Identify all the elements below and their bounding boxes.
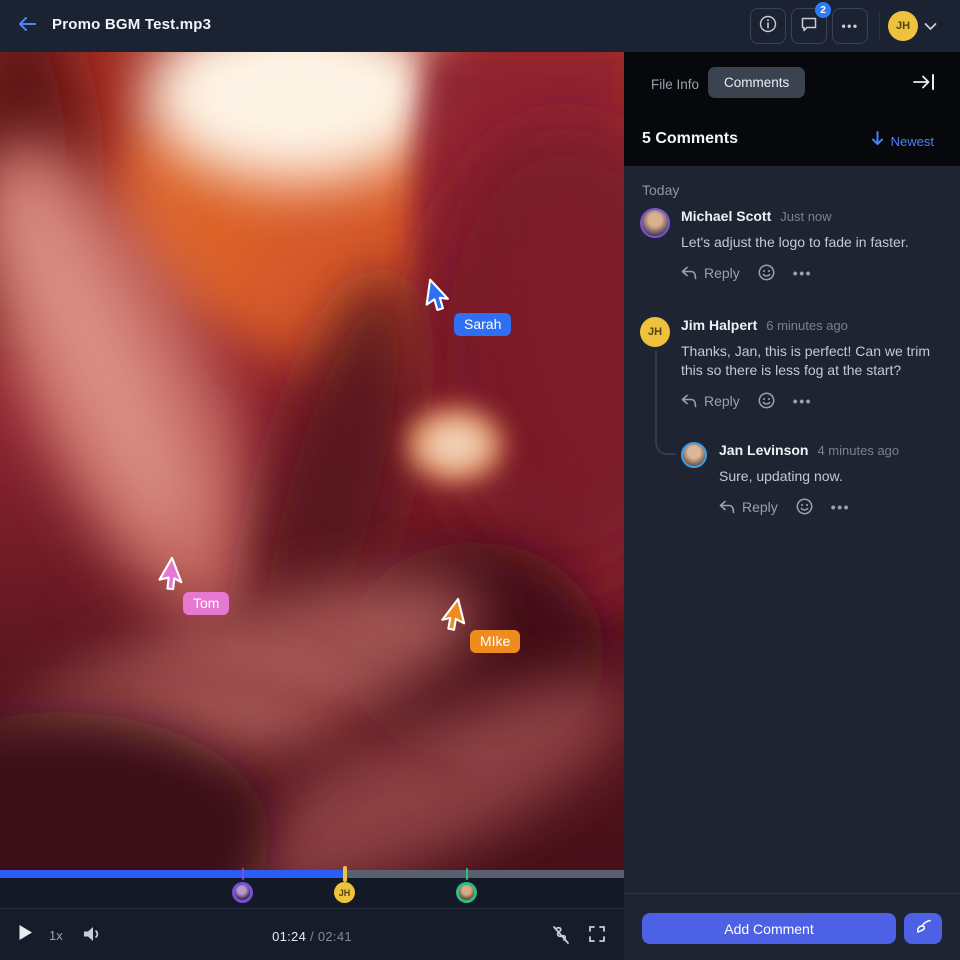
avatar-michael-scott[interactable] — [640, 208, 670, 238]
comment-text: Sure, updating now. — [719, 467, 943, 486]
comment-author[interactable]: Michael Scott — [681, 208, 771, 224]
annotations-off-icon — [550, 933, 572, 950]
arrow-down-icon — [871, 131, 884, 151]
sort-button[interactable]: Newest — [871, 131, 934, 151]
smiley-icon — [796, 498, 813, 515]
comment-compose-bar: Add Comment — [624, 893, 960, 960]
comments-count-badge: 2 — [815, 2, 831, 18]
thread-connector — [655, 351, 676, 455]
ellipsis-icon: ••• — [841, 19, 858, 33]
playhead[interactable] — [343, 866, 347, 882]
collapse-sidebar-button[interactable] — [912, 72, 940, 96]
cursor-label-tom: Tom — [183, 592, 229, 615]
avatar — [235, 885, 250, 900]
back-button[interactable] — [14, 13, 40, 39]
comment-bubble-icon — [800, 15, 818, 38]
timecode-display: 01:24 / 02:41 — [0, 929, 624, 944]
emoji-reaction-button[interactable] — [758, 392, 775, 409]
reply-label: Reply — [742, 499, 778, 515]
smiley-icon — [758, 392, 775, 409]
user-avatar[interactable]: JH — [888, 11, 918, 41]
media-canvas[interactable]: Sarah Tom MIke — [0, 52, 624, 870]
top-bar: Promo BGM Test.mp3 2 ••• JH — [0, 0, 960, 52]
cursor-label-mike: MIke — [470, 630, 520, 653]
add-comment-button[interactable]: Add Comment — [642, 913, 896, 944]
reply-arrow-icon — [681, 394, 697, 408]
annotations-off-button[interactable] — [550, 924, 572, 946]
comment-timestamp: 6 minutes ago — [766, 318, 848, 333]
comment-more-button[interactable]: ••• — [793, 265, 812, 281]
timeline-scrubber[interactable] — [0, 870, 624, 878]
topbar-divider — [879, 11, 880, 41]
timeline-comment-avatar-jan[interactable] — [456, 882, 477, 903]
info-icon — [759, 15, 777, 38]
time-separator: / — [310, 929, 314, 944]
comment-text: Thanks, Jan, this is perfect! Can we tri… — [681, 342, 943, 380]
avatar-jim-halpert[interactable]: JH — [640, 317, 670, 347]
cursor-label-sarah: Sarah — [454, 313, 511, 336]
comment-timestamp: Just now — [780, 209, 831, 224]
fullscreen-button[interactable] — [588, 925, 608, 945]
canyon-image — [0, 52, 624, 870]
timeline-comment-avatar-michael[interactable] — [232, 882, 253, 903]
avatar — [459, 885, 474, 900]
file-title: Promo BGM Test.mp3 — [52, 16, 211, 33]
collaborator-cursor-sarah — [423, 277, 455, 315]
total-duration: 02:41 — [318, 929, 352, 944]
chevron-down-icon[interactable] — [924, 18, 937, 36]
arrow-left-icon — [18, 17, 36, 36]
more-options-button[interactable]: ••• — [832, 8, 868, 44]
reply-button[interactable]: Reply — [719, 499, 778, 515]
comment-more-button[interactable]: ••• — [831, 499, 850, 515]
timeline-progress — [0, 870, 345, 878]
comment-author[interactable]: Jan Levinson — [719, 442, 808, 458]
media-review-app: Promo BGM Test.mp3 2 ••• JH — [0, 0, 960, 960]
fullscreen-icon — [588, 930, 606, 947]
reply-label: Reply — [704, 265, 740, 281]
reply-button[interactable]: Reply — [681, 393, 740, 409]
sidebar-tabs: File Info Comments — [624, 52, 960, 114]
timeline-comment-avatar-jim[interactable]: JH — [334, 882, 355, 903]
comment-marker-tick-green — [466, 868, 468, 880]
draw-annotation-button[interactable] — [904, 913, 942, 944]
comment-author[interactable]: Jim Halpert — [681, 317, 757, 333]
file-info-button[interactable] — [750, 8, 786, 44]
arrow-to-bar-icon — [912, 79, 936, 96]
smiley-icon — [758, 264, 775, 281]
comment-text: Let's adjust the logo to fade in faster. — [681, 233, 943, 252]
comments-count-label: 5 Comments — [642, 130, 738, 148]
avatar-jan-levinson[interactable] — [681, 442, 707, 468]
playback-controls: 1x 01:24 / 02:41 — [0, 908, 624, 960]
reply-button[interactable]: Reply — [681, 265, 740, 281]
reply-label: Reply — [704, 393, 740, 409]
reply-arrow-icon — [719, 500, 735, 514]
comment-more-button[interactable]: ••• — [793, 393, 812, 409]
emoji-reaction-button[interactable] — [758, 264, 775, 281]
comment-marker-strip: JH — [0, 878, 624, 908]
day-divider-label: Today — [642, 182, 679, 198]
current-time: 01:24 — [272, 929, 306, 944]
comment-timestamp: 4 minutes ago — [817, 443, 899, 458]
tab-comments[interactable]: Comments — [708, 67, 805, 98]
emoji-reaction-button[interactable] — [796, 498, 813, 515]
comments-panel: Today Michael Scott Just now Let's adjus… — [624, 166, 960, 893]
comments-header: 5 Comments Newest — [624, 120, 960, 160]
tab-file-info[interactable]: File Info — [651, 77, 699, 92]
draw-pen-icon — [914, 919, 933, 939]
right-sidebar: File Info Comments 5 Comments Newest Tod… — [624, 52, 960, 960]
reply-arrow-icon — [681, 266, 697, 280]
sort-label: Newest — [891, 134, 934, 149]
